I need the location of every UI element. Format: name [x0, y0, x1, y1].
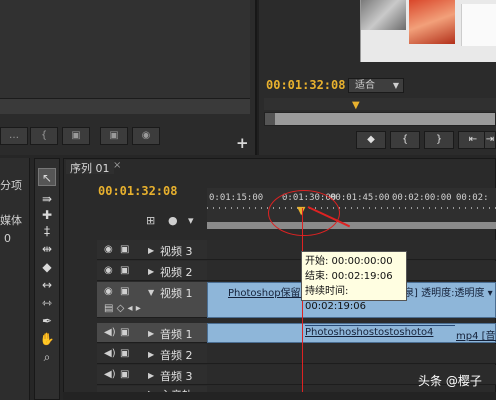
flag-icon[interactable]: ▾: [188, 214, 194, 227]
chevron-down-icon: ▼: [392, 81, 399, 90]
speaker-icon[interactable]: ◀): [104, 327, 116, 338]
program-ruler[interactable]: [264, 98, 496, 110]
ruler-tick: 0:01:15:00: [209, 193, 264, 203]
track-name-video1: 视频 1: [160, 287, 193, 300]
track-name-audio2: 音频 2: [160, 349, 193, 362]
video-clip-label: Photoshop保留原: [228, 288, 311, 299]
sync-lock-icon[interactable]: ▣: [120, 369, 129, 380]
eye-icon[interactable]: ◉: [104, 265, 113, 276]
audio-waveform-line: [305, 325, 455, 326]
work-area-bar[interactable]: [207, 222, 496, 229]
collapse-icon[interactable]: ▼: [148, 288, 154, 297]
ruler-tick: 00:01:45:00: [330, 193, 390, 203]
keyframe-icon[interactable]: ▤ ◇ ◂ ▸: [104, 303, 141, 314]
hand-tool-icon[interactable]: ✋: [38, 330, 56, 348]
slip-tool-icon[interactable]: ↔: [38, 276, 56, 294]
out-point-button[interactable]: }: [424, 131, 454, 149]
source-btn-3[interactable]: ▣: [62, 127, 90, 145]
track-name-video3: 视频 3: [160, 245, 193, 258]
speaker-icon[interactable]: ◀): [104, 369, 116, 380]
program-scrub-bar[interactable]: [264, 112, 496, 126]
source-btn-1[interactable]: …: [0, 127, 28, 145]
zoom-select[interactable]: 适合 ▼: [348, 78, 404, 93]
audio-clip-label: Photoshoshostostoshoto4: [305, 327, 434, 338]
track-name-audio3: 音频 3: [160, 370, 193, 383]
source-btn-4[interactable]: ▣: [100, 127, 128, 145]
clip-tooltip: 开始: 00:00:00:00 结束: 00:02:19:06 持续时间: 00…: [301, 251, 407, 312]
track-name-video2: 视频 2: [160, 266, 193, 279]
source-btn-2[interactable]: {: [30, 127, 58, 145]
source-monitor-view: [0, 0, 250, 98]
sequence-timecode[interactable]: 00:01:32:08: [98, 184, 177, 198]
program-timecode[interactable]: 00:01:32:08: [266, 78, 345, 92]
playhead-line[interactable]: [302, 208, 303, 400]
audio-clip-label-2: mp4 [音]: [456, 331, 496, 342]
ruler-tick: 00:02:: [456, 193, 489, 203]
ruler-ticks: [207, 207, 496, 209]
expand-icon[interactable]: ▶: [148, 350, 154, 359]
timeline-scrollbar[interactable]: [63, 392, 496, 400]
tooltip-start: 开始: 00:00:00:00: [305, 256, 393, 267]
rate-stretch-tool-icon[interactable]: ⇹: [38, 240, 56, 258]
media-label[interactable]: 媒体: [0, 212, 22, 228]
ruler-tick: 00:02:00:00: [392, 193, 452, 203]
track-name-audio1: 音频 1: [160, 328, 193, 341]
tooltip-end: 结束: 00:02:19:06: [305, 271, 393, 282]
project-panel-label[interactable]: 分项: [0, 177, 22, 193]
close-icon[interactable]: ×: [113, 160, 121, 171]
marker-icon[interactable]: ●: [168, 214, 178, 227]
preview-photo-1: [361, 0, 406, 30]
sync-lock-icon[interactable]: ▣: [120, 265, 129, 276]
expand-icon[interactable]: ▶: [148, 246, 154, 255]
sync-lock-icon[interactable]: ▣: [120, 348, 129, 359]
source-scrollbar[interactable]: [0, 98, 250, 114]
zoom-tool-icon[interactable]: ⌕: [38, 348, 56, 366]
program-playhead-icon[interactable]: ▼: [352, 100, 360, 111]
expand-icon[interactable]: ▶: [148, 329, 154, 338]
razor-tool-icon[interactable]: ◆: [38, 258, 56, 276]
zoom-select-value: 适合: [355, 80, 375, 91]
track-audio2[interactable]: [207, 344, 496, 364]
media-count: 0: [4, 232, 11, 245]
tooltip-duration: 持续时间: 00:02:19:06: [305, 286, 367, 312]
sync-lock-icon[interactable]: ▣: [120, 286, 129, 297]
sync-lock-icon[interactable]: ▣: [120, 244, 129, 255]
go-out-button[interactable]: ⇥: [484, 131, 496, 149]
tab-sequence-01[interactable]: 序列 01: [66, 160, 114, 175]
camera-icon[interactable]: ◉: [132, 127, 160, 145]
preview-photo-3: [461, 4, 496, 46]
watermark: 头条 @樱子: [418, 374, 482, 388]
project-panel: [0, 158, 30, 400]
rolling-edit-tool-icon[interactable]: ‡: [38, 222, 56, 240]
speaker-icon[interactable]: ◀): [104, 348, 116, 359]
snap-icon[interactable]: ⊞: [146, 214, 155, 227]
video-clip-opacity[interactable]: 泉] 透明度:透明度 ▾: [404, 284, 493, 299]
sync-lock-icon[interactable]: ▣: [120, 327, 129, 338]
eye-icon[interactable]: ◉: [104, 244, 113, 255]
expand-icon[interactable]: ▶: [148, 267, 154, 276]
preview-photo-2: [409, 0, 455, 44]
add-button[interactable]: +: [236, 134, 249, 152]
expand-icon[interactable]: ▶: [148, 371, 154, 380]
marker-button[interactable]: ◆: [356, 131, 386, 149]
audio-clip[interactable]: Photoshoshostostoshoto4 mp4 [音]: [207, 323, 496, 343]
in-point-button[interactable]: {: [390, 131, 420, 149]
slide-tool-icon[interactable]: ⇿: [38, 294, 56, 312]
pen-tool-icon[interactable]: ✒: [38, 312, 56, 330]
selection-tool-icon[interactable]: ↖: [38, 168, 56, 186]
program-preview-image: [360, 0, 496, 62]
eye-icon[interactable]: ◉: [104, 286, 113, 297]
